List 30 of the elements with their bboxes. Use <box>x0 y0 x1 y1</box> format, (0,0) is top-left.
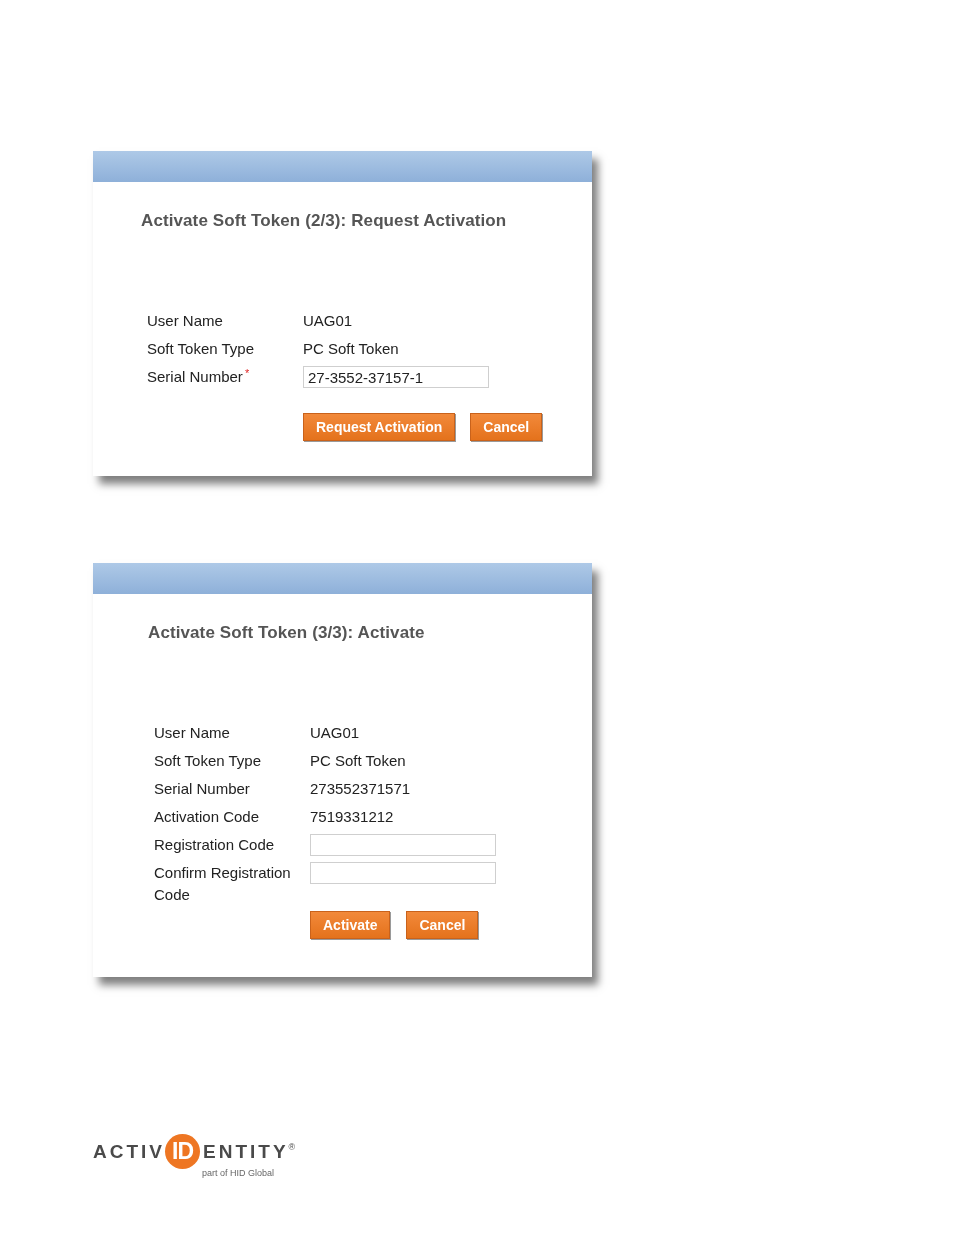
logo-tagline: part of HID Global <box>202 1168 275 1179</box>
required-mark: * <box>244 367 250 379</box>
input-field[interactable] <box>310 862 496 884</box>
dialog-title: Activate Soft Token (3/3): Activate <box>148 623 425 643</box>
action-button[interactable]: Activate <box>310 911 391 939</box>
dialog-title: Activate Soft Token (2/3): Request Activation <box>141 211 507 231</box>
action-button[interactable]: Request Activation <box>303 413 456 441</box>
field-label: Soft Token Type <box>154 752 262 769</box>
field-label: User Name <box>147 312 223 329</box>
input-field[interactable]: 27-3552-37157-1 <box>303 366 489 388</box>
action-button[interactable]: Cancel <box>406 911 479 939</box>
field-value: 273552371571 <box>310 779 411 799</box>
field-label: Soft Token Type <box>147 340 255 357</box>
logo-badge: ID <box>165 1134 200 1169</box>
field-label: Serial Number <box>147 368 243 385</box>
field-value: PC Soft Token <box>303 339 399 359</box>
action-button[interactable]: Cancel <box>470 413 543 441</box>
field-label: Confirm Registration Code <box>154 864 291 903</box>
field-value: PC Soft Token <box>310 751 406 771</box>
field-value: UAG01 <box>303 311 353 331</box>
field-label: Registration Code <box>154 836 275 853</box>
field-label: Serial Number <box>154 780 250 797</box>
logo-wordmark: ENTITY <box>203 1141 289 1162</box>
logo-wordmark: ACTIV <box>93 1141 165 1162</box>
field-value: 7519331212 <box>310 807 394 827</box>
field-value: UAG01 <box>310 723 360 743</box>
field-label: Activation Code <box>154 808 260 825</box>
input-field[interactable] <box>310 834 496 856</box>
field-label: User Name <box>154 724 230 741</box>
registered-mark: ® <box>288 1142 296 1152</box>
